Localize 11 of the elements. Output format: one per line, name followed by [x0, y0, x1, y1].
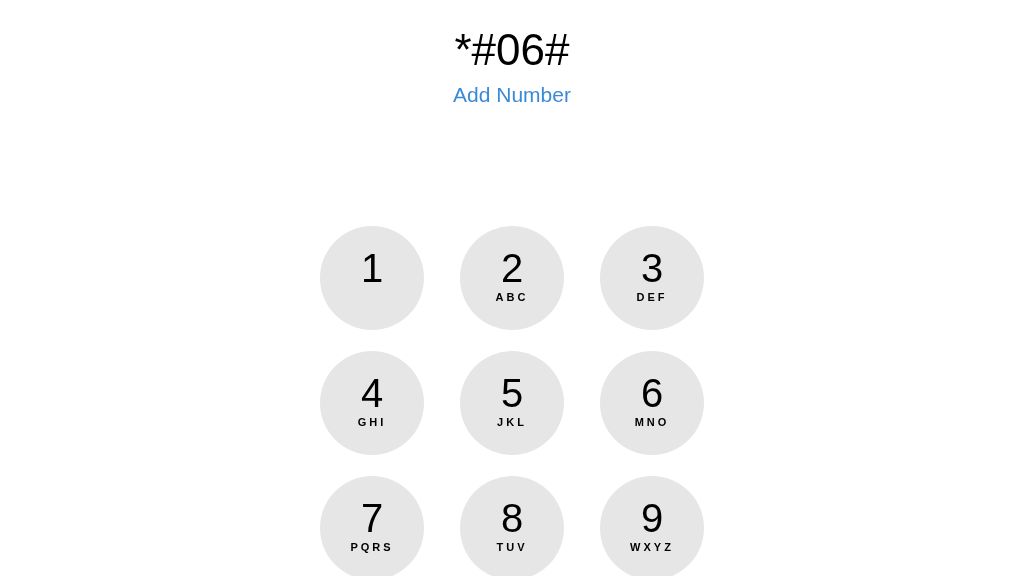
keypad-key[interactable]: 7 PQRS — [320, 476, 424, 576]
keypad-key[interactable]: 9 WXYZ — [600, 476, 704, 576]
keypad-key[interactable]: 3 DEF — [600, 226, 704, 330]
keypad-key[interactable]: 2 ABC — [460, 226, 564, 330]
dialed-number: *#06# — [454, 26, 570, 74]
keypad-key[interactable]: 1 — [320, 226, 424, 330]
keypad-key[interactable]: 6 MNO — [600, 351, 704, 455]
add-number-link[interactable]: Add Number — [453, 82, 571, 108]
keypad-key[interactable]: 4 GHI — [320, 351, 424, 455]
keypad-key[interactable]: 5 JKL — [460, 351, 564, 455]
keypad-key[interactable]: 8 TUV — [460, 476, 564, 576]
